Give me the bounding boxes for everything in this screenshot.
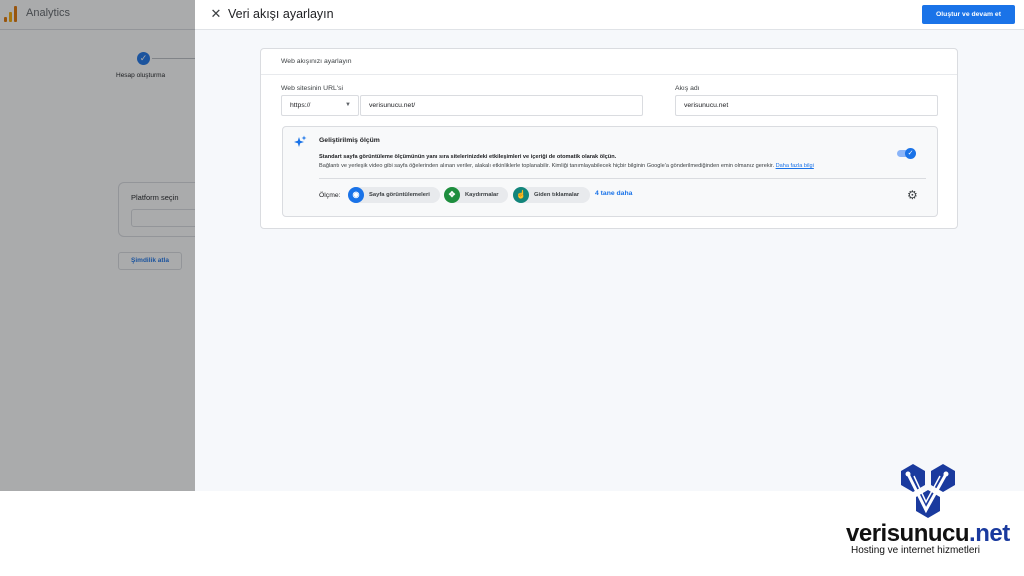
panel-header: ✕ Veri akışı ayarlayın Oluştur ve devam … [195,0,1024,30]
chevron-down-icon: ▼ [345,102,351,108]
web-stream-card: Web akışınızı ayarlayın Web sitesinin UR… [260,48,958,229]
brand-logo-icon [901,464,955,518]
panel-title: Veri akışı ayarlayın [228,7,334,21]
brand-tagline: Hosting ve internet hizmetleri [851,545,980,556]
protocol-select[interactable]: https:// ▼ [281,95,359,116]
chip-page-views: ◉ Sayfa görüntülemeleri [348,187,440,203]
brand-name: verisunucu.net [846,520,1010,548]
sparkle-icon [294,135,307,147]
chip-outbound-clicks: ☝ Giden tıklamalar [513,187,590,203]
close-icon[interactable]: ✕ [209,7,223,21]
chip-scrolls: ✥ Kaydırmalar [444,187,508,203]
brand-name-main: verisunucu [846,520,970,547]
stream-setup-panel: ✕ Veri akışı ayarlayın Oluştur ve devam … [195,0,1024,491]
learn-more-link[interactable]: Daha fazla bilgi [776,163,814,169]
chip-label: Sayfa görüntülemeleri [369,192,430,198]
create-and-continue-button[interactable]: Oluştur ve devam et [922,5,1015,24]
measuring-label: Ölçme: [319,192,341,199]
stream-name-value: verisunucu.net [684,102,729,109]
card-header: Web akışınızı ayarlayın [261,49,957,75]
click-icon: ☝ [513,187,529,203]
eye-icon: ◉ [348,187,364,203]
arrows-icon: ✥ [444,187,460,203]
brand-watermark: verisunucu.net Hosting ve internet hizme… [846,462,1016,562]
protocol-value: https:// [290,102,311,109]
enhanced-toggle[interactable]: ✓ [897,148,917,159]
url-input[interactable]: verisunucu.net/ [360,95,643,116]
more-events-link[interactable]: 4 tane daha [595,190,632,197]
chip-label: Kaydırmalar [465,192,499,198]
screen: Analytics ✓ Hesap oluşturma Platform seç… [0,0,1024,576]
enhanced-details: Bağlantı ve yerleşik video gibi sayfa öğ… [319,163,814,169]
chip-label: Giden tıklamalar [534,192,580,198]
enhanced-details-text: Bağlantı ve yerleşik video gibi sayfa öğ… [319,163,775,169]
enhanced-title: Geliştirilmiş ölçüm [319,137,380,144]
gear-icon[interactable]: ⚙ [907,189,918,201]
stream-name-input[interactable]: verisunucu.net [675,95,938,116]
url-label: Web sitesinin URL'si [281,85,343,92]
stream-name-label: Akış adı [675,85,700,92]
url-value: verisunucu.net/ [369,102,416,109]
card-title: Web akışınızı ayarlayın [281,58,352,65]
brand-name-tld: .net [969,520,1010,547]
enhanced-description: Standart sayfa görüntüleme ölçümünün yan… [319,154,617,160]
enhanced-measurement-box: Geliştirilmiş ölçüm Standart sayfa görün… [282,126,938,217]
check-icon: ✓ [905,148,916,159]
divider [319,178,926,179]
